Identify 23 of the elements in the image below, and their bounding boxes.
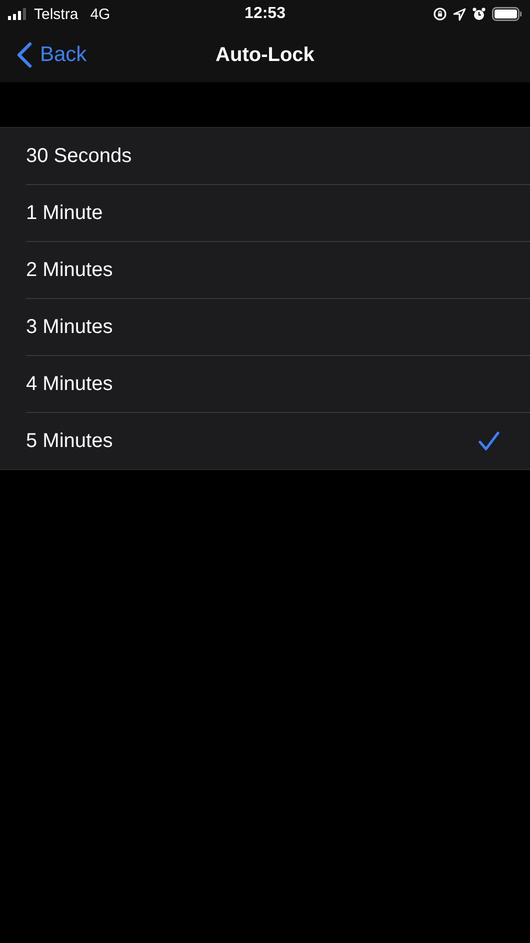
status-time: 12:53 [244, 5, 286, 23]
back-button[interactable]: Back [0, 42, 87, 68]
option-row[interactable]: 5 Minutes [26, 412, 530, 469]
location-icon [453, 8, 466, 20]
option-row[interactable]: 30 Seconds [26, 128, 530, 184]
option-label: 30 Seconds [26, 144, 132, 168]
network-type: 4G [90, 6, 110, 22]
page-title: Auto-Lock [216, 44, 314, 66]
rotation-lock-icon [433, 7, 447, 21]
option-label: 2 Minutes [26, 258, 113, 282]
option-label: 5 Minutes [26, 430, 113, 452]
signal-icon [8, 8, 28, 20]
option-label: 4 Minutes [26, 372, 113, 396]
battery-icon [492, 7, 522, 21]
option-label: 3 Minutes [26, 316, 113, 338]
option-row[interactable]: 2 Minutes [26, 241, 530, 298]
carrier-name: Telstra [34, 6, 78, 22]
option-row[interactable]: 4 Minutes [26, 355, 530, 412]
option-row[interactable]: 1 Minute [26, 184, 530, 241]
alarm-icon [472, 7, 486, 21]
option-row[interactable]: 3 Minutes [26, 298, 530, 355]
chevron-left-icon [16, 42, 32, 68]
option-label: 1 Minute [26, 202, 103, 224]
